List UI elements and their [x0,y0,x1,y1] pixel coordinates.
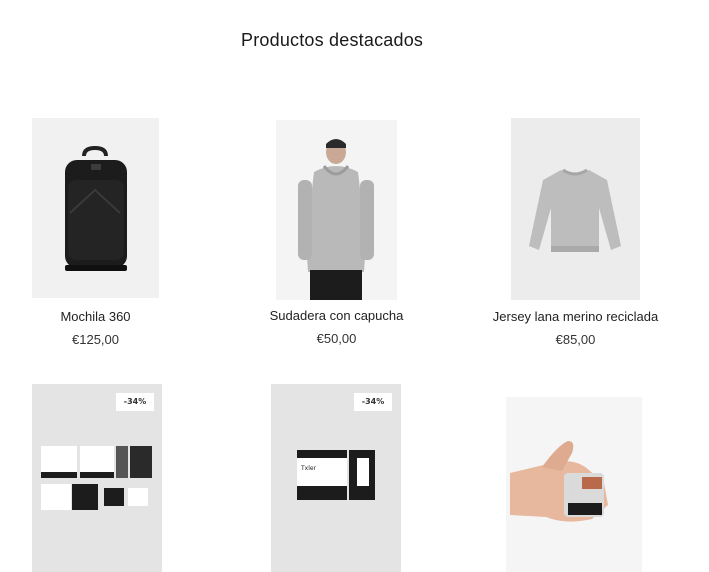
product-price: €50,00 [316,331,357,346]
discount-badge: -34% [116,393,154,411]
product-price: €125,00 [72,332,119,347]
discount-badge: -34% [354,393,392,411]
product-image-hoodie[interactable] [276,120,397,300]
section-title: Productos destacados [241,30,424,50]
product-price: €85,00 [555,332,596,347]
product-name[interactable]: Sudadera con capucha [256,308,417,323]
product-image-sweater[interactable] [511,118,640,300]
product-image-tshirt-pack[interactable] [32,384,162,572]
product-image-backpack[interactable] [32,118,159,298]
product-name[interactable]: Mochila 360 [32,309,159,324]
svg-text:Txler: Txler [300,465,317,472]
product-image-tshirt-folded[interactable]: Txler [271,384,401,572]
product-name[interactable]: Jersey lana merino reciclada [480,309,671,324]
product-image-hand-wallet[interactable] [506,397,642,572]
